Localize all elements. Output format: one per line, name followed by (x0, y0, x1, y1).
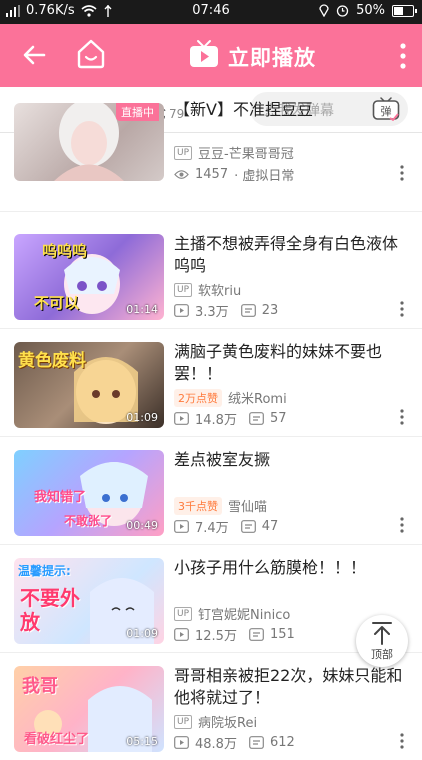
more-vertical-icon[interactable] (400, 733, 404, 749)
comment-icon (240, 520, 256, 533)
video-thumbnail[interactable]: 黄色废料 01:09 (14, 342, 164, 428)
more-vertical-icon[interactable] (400, 165, 404, 181)
back-to-top-button[interactable]: 顶部 (356, 615, 408, 667)
video-title[interactable]: 满脑子黄色废料的妹妹不要也罢！！ (174, 341, 406, 385)
uploader-row: 3千点赞 雪仙喵 (174, 496, 267, 515)
more-vertical-icon[interactable] (400, 42, 406, 70)
video-duration: 01:09 (126, 627, 158, 640)
play-count-icon (174, 520, 189, 533)
list-item[interactable]: 我知错了 不敢张了 00:49 差点被室友撅 3千点赞 雪仙喵 7.4万 47 (0, 437, 422, 545)
view-count: 1457 (195, 167, 229, 182)
top-app-bar: 立即播放 (0, 24, 422, 87)
view-count: 48.8万 (195, 737, 237, 752)
comment-count: 57 (269, 411, 287, 426)
video-title[interactable]: 哥哥相亲被拒22次，妹妹只能和他将就过了！ (174, 665, 406, 709)
category: · 虚拟日常 (234, 169, 295, 184)
thumbnail-caption-2: 不要外放 (20, 586, 80, 634)
more-vertical-icon[interactable] (400, 517, 404, 533)
back-to-top-label: 顶部 (371, 648, 393, 661)
view-count: 14.8万 (195, 413, 237, 428)
comment-icon (240, 304, 256, 317)
thumbnail-caption: 我知错了 (34, 490, 87, 505)
comment-icon (249, 628, 264, 641)
video-thumbnail[interactable]: 我知错了 不敢张了 00:49 (14, 450, 164, 536)
live-badge: 直播中 (116, 103, 159, 121)
up-tag: UP (174, 606, 193, 621)
uploader-row: UP 钉宫妮妮Ninico (174, 604, 290, 623)
view-count: 12.5万 (195, 629, 237, 644)
thumbnail-caption-2: 不可以 (34, 294, 80, 312)
list-item[interactable]: 黄色废料 01:09 满脑子黄色废料的妹妹不要也罢！！ 2万点赞 绒米Romi 1… (0, 329, 422, 437)
stats-row: 48.8万 612 (174, 733, 295, 752)
back-arrow-icon[interactable] (20, 40, 50, 70)
more-vertical-icon[interactable] (400, 409, 404, 425)
thumbnail-caption-2: 看破红尘了 (24, 732, 90, 747)
play-count-icon (174, 412, 189, 425)
battery-icon (392, 4, 417, 17)
up-tag: UP (174, 282, 193, 297)
uploader-name[interactable]: 病院坂Rei (198, 712, 257, 731)
likes-tag: 3千点赞 (174, 496, 222, 515)
comment-count: 612 (269, 735, 295, 750)
video-title[interactable]: 主播不想被弄得全身有白色液体呜呜 (174, 233, 406, 277)
home-icon[interactable] (76, 38, 106, 70)
status-bar: 0.76K/s 07:46 50% (0, 0, 422, 24)
video-duration: 00:49 (126, 519, 158, 532)
list-item[interactable]: 我哥 看破红尘了 05:15 哥哥相亲被拒22次，妹妹只能和他将就过了！ UP 病… (0, 653, 422, 760)
location-icon (319, 4, 329, 17)
list-item[interactable]: 直播中 【新V】不准捏豆豆 UP 豆豆-芒果哥哥冠 1457 · 虚拟日常 (0, 100, 422, 212)
thumbnail-caption: 温馨提示: (18, 564, 71, 578)
comment-count: 23 (261, 303, 279, 318)
arrow-up-icon (372, 622, 392, 645)
thumbnail-caption: 我哥 (22, 676, 58, 697)
video-duration: 01:09 (126, 411, 158, 424)
battery-percent: 50% (356, 3, 385, 18)
video-thumbnail[interactable]: 呜呜呜 不可以 01:14 (14, 234, 164, 320)
likes-tag: 2万点赞 (174, 388, 222, 407)
stats-row: 7.4万 47 (174, 517, 278, 536)
uploader-row: UP 软软riu (174, 280, 241, 299)
thumbnail-caption: 黄色废料 (18, 351, 86, 371)
video-thumbnail[interactable]: 我哥 看破红尘了 05:15 (14, 666, 164, 752)
uploader-name[interactable]: 软软riu (198, 280, 241, 299)
video-duration: 05:15 (126, 735, 158, 748)
comment-icon (249, 736, 264, 749)
stats-row: 1457 · 虚拟日常 (174, 165, 294, 184)
video-duration: 01:14 (126, 303, 158, 316)
view-count: 7.4万 (195, 521, 229, 536)
video-thumbnail[interactable]: 直播中 (14, 103, 164, 181)
uploader-row: 2万点赞 绒米Romi (174, 388, 287, 407)
uploader-name[interactable]: 钉宫妮妮Ninico (198, 604, 290, 623)
thumbnail-caption-2: 不敢张了 (64, 514, 113, 528)
uploader-row: UP 豆豆-芒果哥哥冠 (174, 143, 294, 162)
video-thumbnail[interactable]: 温馨提示: 不要外放 01:09 (14, 558, 164, 644)
up-tag: UP (174, 714, 193, 729)
comment-count: 47 (261, 519, 279, 534)
play-now-title[interactable]: 立即播放 (228, 42, 316, 72)
stats-row: 3.3万 23 (174, 301, 278, 320)
video-title[interactable]: 差点被室友撅 (174, 449, 406, 471)
stats-row: 14.8万 57 (174, 409, 287, 428)
play-count-icon (174, 736, 189, 749)
play-count-icon (174, 628, 189, 641)
uploader-name[interactable]: 豆豆-芒果哥哥冠 (198, 143, 294, 162)
view-count: 3.3万 (195, 305, 229, 320)
eye-icon (174, 170, 189, 179)
uploader-row: UP 病院坂Rei (174, 712, 257, 731)
play-count-icon (174, 304, 189, 317)
up-tag: UP (174, 145, 193, 160)
more-vertical-icon[interactable] (400, 301, 404, 317)
alarm-icon (336, 5, 349, 17)
list-item[interactable]: 呜呜呜 不可以 01:14 主播不想被弄得全身有白色液体呜呜 UP 软软riu 3… (0, 221, 422, 329)
stats-row: 12.5万 151 (174, 625, 295, 644)
comment-icon (249, 412, 264, 425)
play-tv-icon[interactable] (188, 39, 220, 69)
video-title[interactable]: 小孩子用什么筋膜枪！！！ (174, 557, 406, 579)
thumbnail-caption: 呜呜呜 (42, 242, 88, 260)
uploader-name[interactable]: 绒米Romi (228, 388, 287, 407)
comment-count: 151 (269, 627, 295, 642)
uploader-name[interactable]: 雪仙喵 (228, 496, 267, 515)
video-title[interactable]: 【新V】不准捏豆豆 (174, 99, 406, 121)
